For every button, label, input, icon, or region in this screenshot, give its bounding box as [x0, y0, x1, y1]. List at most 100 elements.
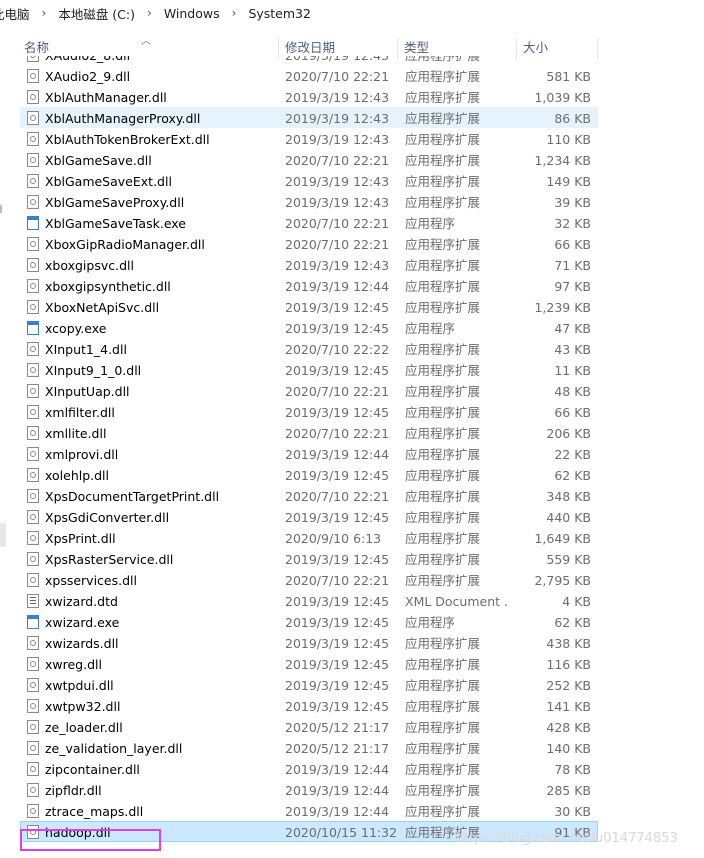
file-row[interactable]: ze_loader.dll 2020/5/12 21:17 应用程序扩展 428 KB	[20, 716, 598, 737]
chevron-right-icon[interactable]: ›	[139, 6, 160, 20]
dll-file-icon	[27, 699, 39, 713]
file-row[interactable]: XblGameSaveExt.dll 2019/3/19 12:43 应用程序扩展 1…	[20, 170, 598, 191]
file-size: 438 KB	[546, 636, 591, 651]
file-row[interactable]: XInput9_1_0.dll 2019/3/19 12:45 应用程序扩展 11 K…	[20, 359, 598, 380]
file-row[interactable]: XpsPrint.dll 2020/9/10 6:13 应用程序扩展 1,649 KB	[20, 527, 598, 548]
file-name: XAudio2_8.dll	[45, 56, 283, 65]
file-size: 285 KB	[546, 783, 591, 798]
file-date: 2019/3/19 12:45	[285, 615, 390, 630]
file-size: 1,234 KB	[534, 153, 591, 168]
file-row[interactable]: xwtpdui.dll 2019/3/19 12:45 应用程序扩展 252 KB	[20, 674, 598, 695]
file-row[interactable]: xolehlp.dll 2019/3/19 12:45 应用程序扩展 62 KB	[20, 464, 598, 485]
file-row[interactable]: XInput1_4.dll 2020/7/10 22:22 应用程序扩展 43 KB	[20, 338, 598, 359]
file-row[interactable]: xmlprovi.dll 2019/3/19 12:44 应用程序扩展 22 KB	[20, 443, 598, 464]
file-date: 2020/7/10 22:22	[285, 342, 390, 357]
file-row[interactable]: xpsservices.dll 2020/7/10 22:21 应用程序扩展 2,79…	[20, 569, 598, 590]
dll-file-icon	[27, 132, 39, 146]
file-row[interactable]: zipcontainer.dll 2019/3/19 12:44 应用程序扩展 78 …	[20, 758, 598, 779]
file-row[interactable]: xboxgipsvc.dll 2019/3/19 12:43 应用程序扩展 71 KB	[20, 254, 598, 275]
file-row[interactable]: xboxgipsynthetic.dll 2019/3/19 12:44 应用程序扩…	[20, 275, 598, 296]
file-type: 应用程序扩展	[405, 468, 481, 483]
file-name: XpsRasterService.dll	[45, 552, 174, 567]
file-row[interactable]: ztrace_maps.dll 2019/3/19 12:44 应用程序扩展 30 K…	[20, 800, 598, 821]
file-row[interactable]: XAudio2_8.dll 2019/3/19 12:43 应用程序扩展	[20, 56, 598, 65]
file-size: 78 KB	[554, 762, 591, 777]
file-row[interactable]: XAudio2_9.dll 2020/7/10 22:21 应用程序扩展 581 KB	[20, 65, 598, 86]
file-type: 应用程序扩展	[405, 56, 509, 65]
breadcrumb-system32[interactable]: System32	[244, 6, 315, 21]
file-row[interactable]: XInputUap.dll 2020/7/10 22:21 应用程序扩展 48 KB	[20, 380, 598, 401]
file-size: 581 KB	[546, 69, 591, 84]
dll-file-icon	[27, 510, 39, 524]
file-row[interactable]: xwreg.dll 2019/3/19 12:45 应用程序扩展 116 KB	[20, 653, 598, 674]
file-size: 428 KB	[546, 720, 591, 735]
dll-file-icon	[27, 636, 39, 650]
file-row[interactable]: xwizard.dtd 2019/3/19 12:45 XML Document .…	[20, 590, 598, 611]
file-date: 2019/3/19 12:43	[285, 195, 390, 210]
file-row[interactable]: XboxGipRadioManager.dll 2020/7/10 22:21 应用…	[20, 233, 598, 254]
file-size: 48 KB	[554, 384, 591, 399]
chevron-right-icon[interactable]: ›	[224, 6, 245, 20]
file-type: 应用程序扩展	[405, 678, 481, 693]
dll-file-icon	[27, 279, 39, 293]
file-date: 2019/3/19 12:43	[285, 132, 390, 147]
file-row[interactable]: XpsDocumentTargetPrint.dll 2020/7/10 22:2…	[20, 485, 598, 506]
file-type: XML Document ...	[405, 594, 509, 609]
file-type: 应用程序扩展	[405, 153, 481, 168]
file-row[interactable]: zipfldr.dll 2019/3/19 12:44 应用程序扩展 285 KB	[20, 779, 598, 800]
file-date: 2019/3/19 12:45	[285, 678, 390, 693]
dll-file-icon	[27, 489, 39, 503]
file-row[interactable]: XblGameSave.dll 2020/7/10 22:21 应用程序扩展 1,23…	[20, 149, 598, 170]
file-type: 应用程序扩展	[405, 69, 481, 84]
file-row[interactable]: XblAuthManagerProxy.dll 2019/3/19 12:43 应用…	[20, 107, 598, 128]
chevron-right-icon[interactable]: ›	[34, 6, 55, 20]
file-name: xboxgipsvc.dll	[45, 258, 134, 273]
file-size: 149 KB	[546, 174, 591, 189]
file-row[interactable]: xcopy.exe 2019/3/19 12:45 应用程序 47 KB	[20, 317, 598, 338]
file-size: 1,649 KB	[534, 531, 591, 546]
file-name: xmlfilter.dll	[45, 405, 115, 420]
dll-file-icon	[27, 573, 39, 587]
file-type: 应用程序	[405, 615, 456, 630]
dll-file-icon	[27, 741, 39, 755]
file-row[interactable]: XpsGdiConverter.dll 2019/3/19 12:45 应用程序扩展…	[20, 506, 598, 527]
file-type: 应用程序扩展	[405, 363, 481, 378]
file-row[interactable]: XpsRasterService.dll 2019/3/19 12:45 应用程序扩…	[20, 548, 598, 569]
file-type: 应用程序扩展	[405, 699, 481, 714]
file-type: 应用程序扩展	[405, 720, 481, 735]
file-row[interactable]: xmllite.dll 2020/7/10 22:21 应用程序扩展 206 KB	[20, 422, 598, 443]
file-row[interactable]: XblAuthTokenBrokerExt.dll 2019/3/19 12:43…	[20, 128, 598, 149]
file-date: 2019/3/19 12:45	[285, 594, 390, 609]
file-row[interactable]: xwizards.dll 2019/3/19 12:45 应用程序扩展 438 KB	[20, 632, 598, 653]
file-size: 30 KB	[554, 804, 591, 819]
file-row[interactable]: xwtpw32.dll 2019/3/19 12:45 应用程序扩展 141 KB	[20, 695, 598, 716]
file-name: XblAuthTokenBrokerExt.dll	[45, 132, 210, 147]
dll-file-icon	[27, 56, 39, 62]
file-row[interactable]: xmlfilter.dll 2019/3/19 12:45 应用程序扩展 66 KB	[20, 401, 598, 422]
file-row[interactable]: XblAuthManager.dll 2019/3/19 12:43 应用程序扩展 1…	[20, 86, 598, 107]
dll-file-icon	[27, 69, 39, 83]
file-size: 141 KB	[546, 699, 591, 714]
breadcrumb-local-disk[interactable]: 本地磁盘 (C:)	[54, 4, 139, 23]
file-date: 2019/3/19 12:45	[285, 510, 390, 525]
dll-file-icon	[27, 447, 39, 461]
file-date: 2020/7/10 22:21	[285, 426, 390, 441]
file-row[interactable]: xwizard.exe 2019/3/19 12:45 应用程序 62 KB	[20, 611, 598, 632]
file-row[interactable]: XblGameSaveProxy.dll 2019/3/19 12:43 应用程序扩…	[20, 191, 598, 212]
exe-file-icon	[27, 321, 39, 335]
file-size: 1,239 KB	[534, 300, 591, 315]
dll-file-icon	[27, 468, 39, 482]
exe-file-icon	[27, 615, 39, 629]
file-date: 2019/3/19 12:45	[285, 657, 390, 672]
dll-file-icon	[27, 552, 39, 566]
dll-file-icon	[27, 195, 39, 209]
breadcrumb-this-pc[interactable]: 此电脑	[0, 4, 34, 23]
file-row[interactable]: XboxNetApiSvc.dll 2019/3/19 12:45 应用程序扩展 1,…	[20, 296, 598, 317]
file-row[interactable]: ze_validation_layer.dll 2020/5/12 21:17 应用…	[20, 737, 598, 758]
breadcrumb-windows[interactable]: Windows	[160, 6, 224, 21]
file-type: 应用程序扩展	[405, 804, 481, 819]
file-row[interactable]: XblGameSaveTask.exe 2020/7/10 22:21 应用程序 32…	[20, 212, 598, 233]
file-type: 应用程序扩展	[405, 510, 481, 525]
file-name: XInputUap.dll	[45, 384, 130, 399]
file-date: 2020/7/10 22:21	[285, 69, 390, 84]
